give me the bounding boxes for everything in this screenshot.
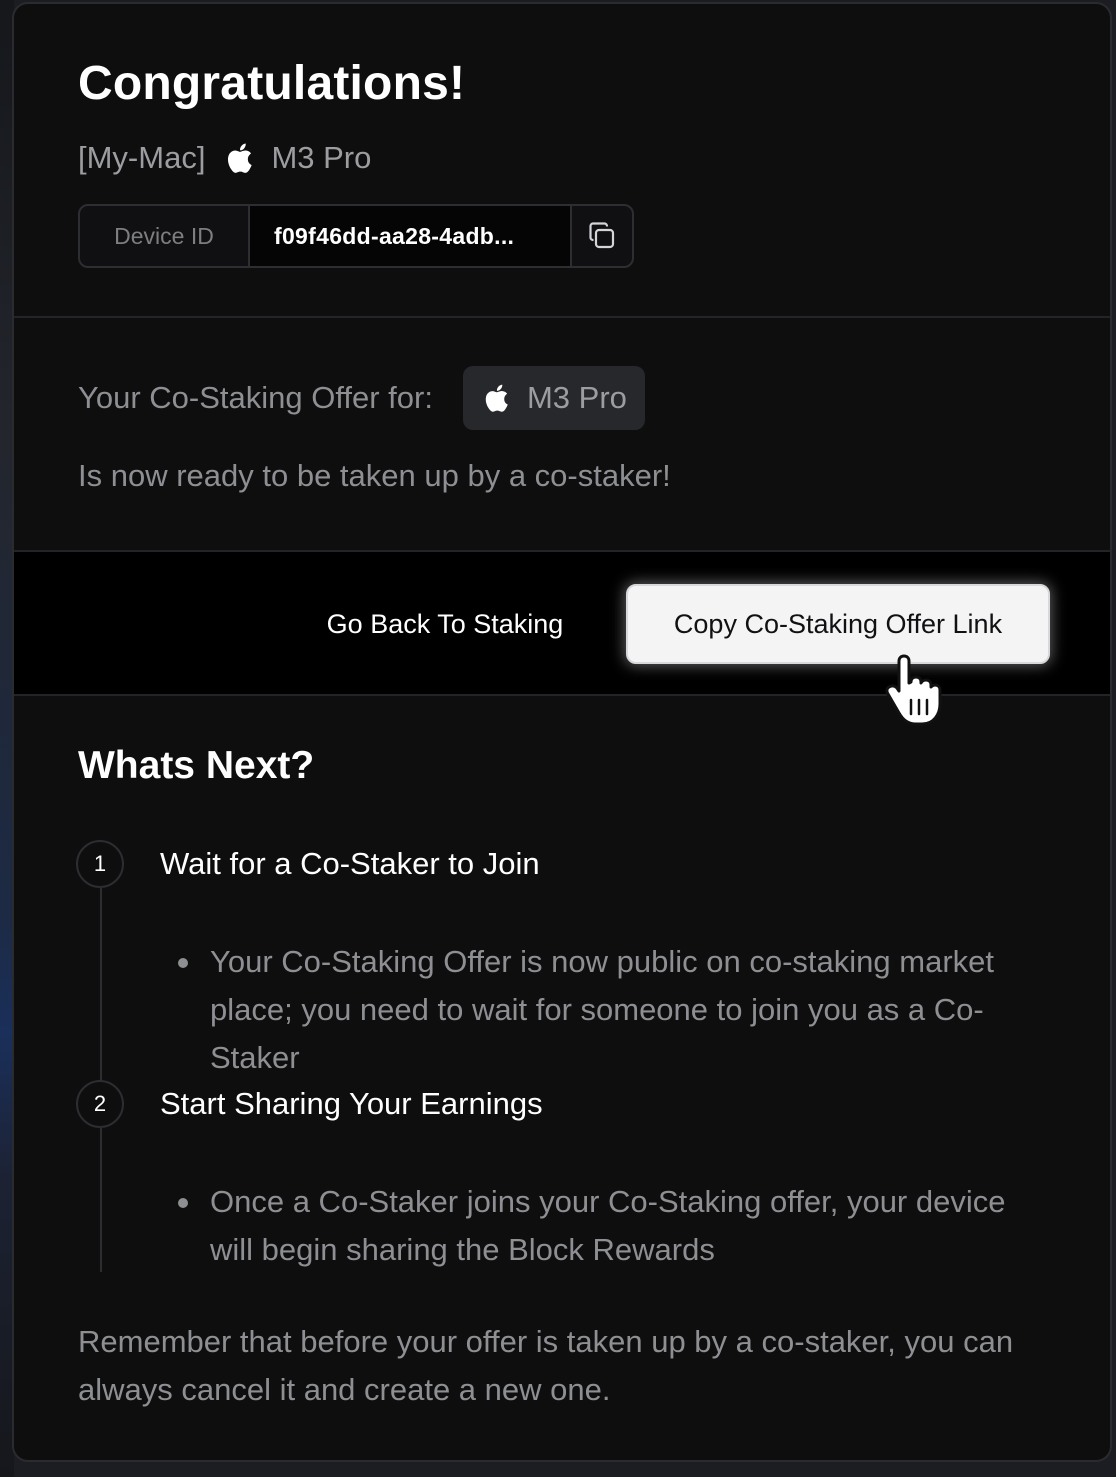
list-item: Your Co-Staking Offer is now public on c…	[178, 938, 1038, 1082]
device-name: [My-Mac]	[78, 140, 206, 175]
whats-next-title: Whats Next?	[78, 744, 315, 787]
step-connector	[100, 1128, 102, 1272]
copy-icon	[589, 222, 615, 249]
device-info: [My-Mac] M3 Pro	[78, 138, 371, 178]
step-title: Start Sharing Your Earnings	[160, 1086, 543, 1121]
apple-icon	[228, 143, 253, 173]
device-id-field: Device ID f09f46dd-aa28-4adb...	[78, 204, 634, 268]
hand-pointer-icon	[885, 654, 942, 726]
step-description: Once a Co-Staker joins your Co-Staking o…	[210, 1184, 1006, 1267]
device-id-label: Device ID	[80, 206, 250, 266]
step-connector	[100, 888, 102, 1084]
device-id-value: f09f46dd-aa28-4adb...	[250, 206, 572, 266]
offer-label: Your Co-Staking Offer for:	[78, 380, 433, 415]
offer-status-text: Is now ready to be taken up by a co-stak…	[78, 458, 671, 493]
device-chip: M3 Pro	[271, 140, 372, 175]
list-item: Once a Co-Staker joins your Co-Staking o…	[178, 1178, 1038, 1274]
device-summary-section: Congratulations! [My-Mac] M3 Pro Device …	[14, 4, 1110, 316]
apple-icon	[485, 384, 508, 412]
chip-badge-label: M3 Pro	[526, 380, 627, 415]
bullet-dot	[178, 958, 188, 968]
step-number: 2	[76, 1080, 124, 1128]
go-back-button[interactable]: Go Back To Staking	[310, 584, 580, 664]
offer-line: Your Co-Staking Offer for: M3 Pro	[78, 366, 645, 430]
offer-status-section: Your Co-Staking Offer for: M3 Pro Is now…	[14, 318, 1110, 550]
chip-badge: M3 Pro	[462, 366, 645, 430]
copy-offer-link-button[interactable]: Copy Co-Staking Offer Link	[626, 584, 1050, 664]
step-description: Your Co-Staking Offer is now public on c…	[210, 944, 994, 1075]
step-title: Wait for a Co-Staker to Join	[160, 846, 540, 881]
whats-next-section: Whats Next? 1 Wait for a Co-Staker to Jo…	[14, 696, 1110, 1460]
page-title: Congratulations!	[78, 57, 466, 110]
step-number: 1	[76, 840, 124, 888]
bullet-dot	[178, 1198, 188, 1208]
cancel-reminder-text: Remember that before your offer is taken…	[78, 1324, 1014, 1407]
copy-device-id-button[interactable]	[572, 206, 632, 266]
offer-success-panel: Congratulations! [My-Mac] M3 Pro Device …	[12, 2, 1112, 1462]
